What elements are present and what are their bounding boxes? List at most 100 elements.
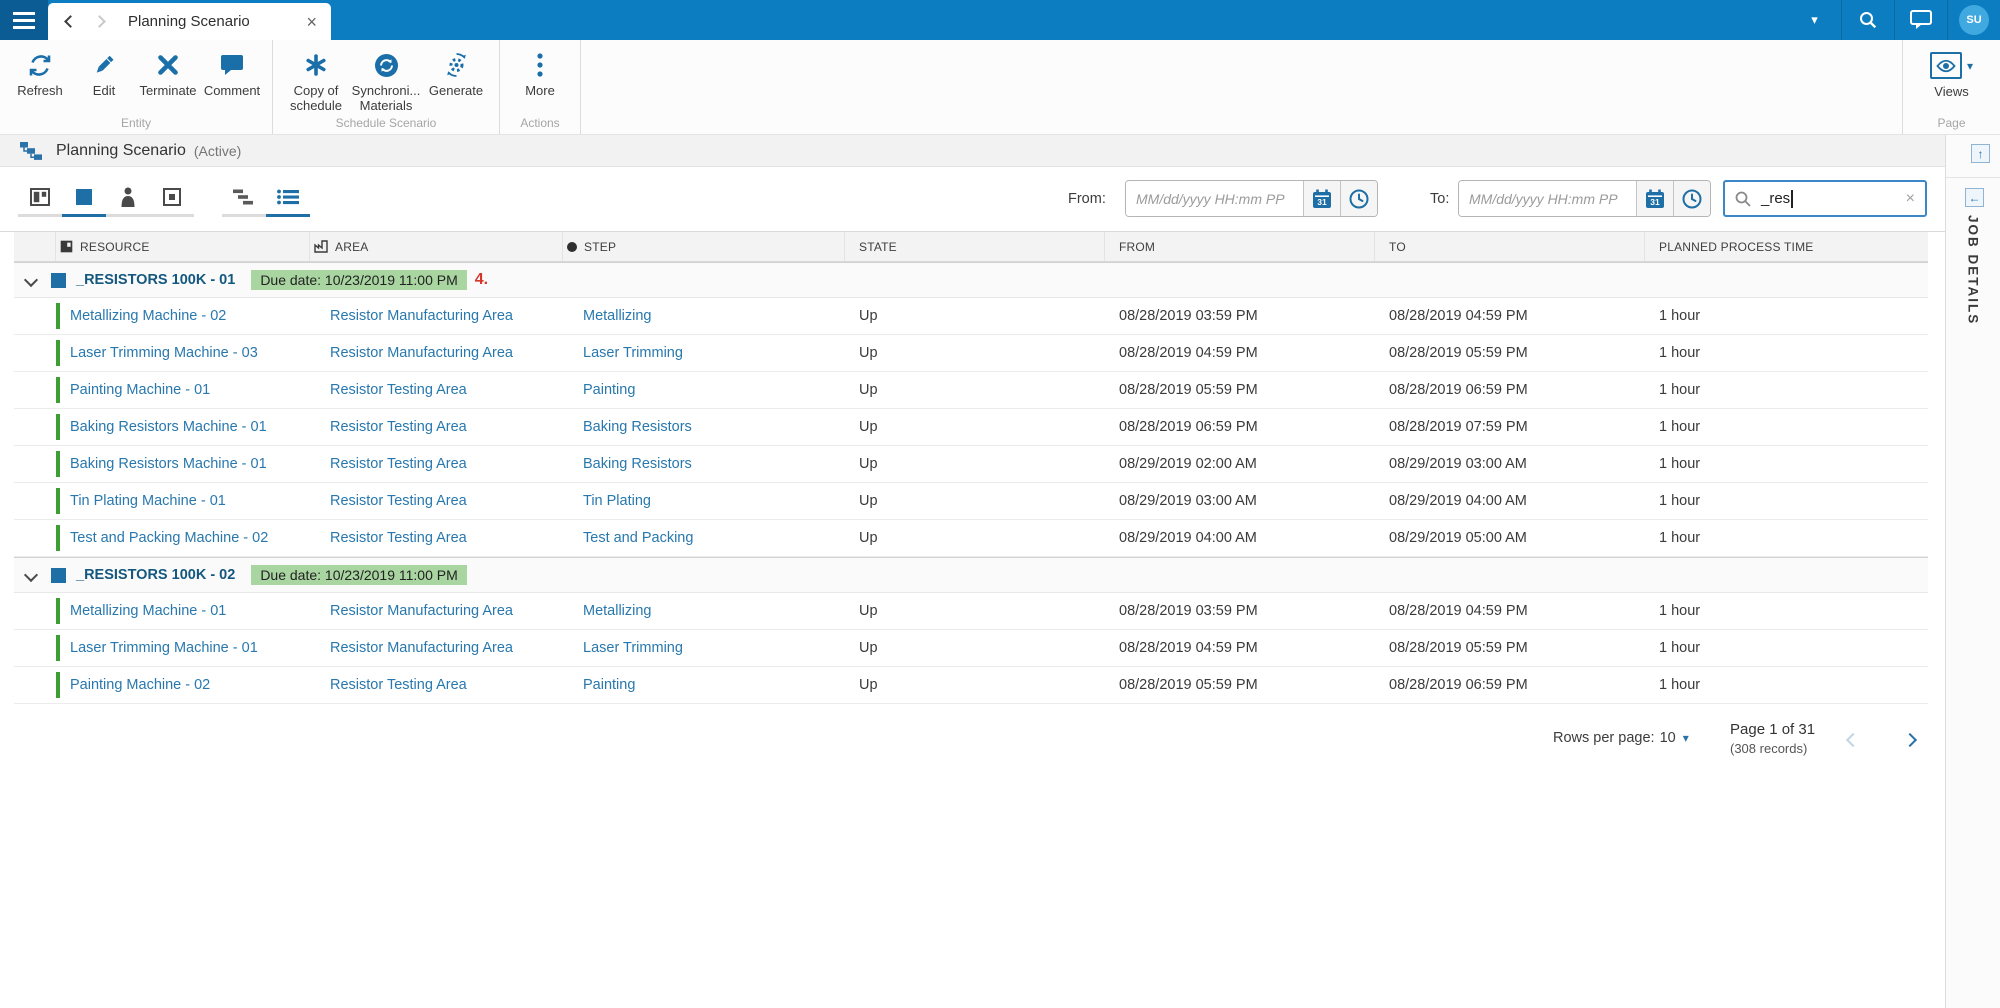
to-time-button[interactable] [1673,181,1710,216]
hamburger-menu-button[interactable] [0,0,48,40]
table-row[interactable]: Test and Packing Machine - 02 Resistor Te… [14,520,1928,557]
step-link[interactable]: Laser Trimming [583,640,683,656]
more-button[interactable]: More [508,46,572,99]
column-header-from[interactable]: FROM [1105,232,1375,261]
area-link[interactable]: Resistor Testing Area [330,419,467,435]
generate-button[interactable]: Generate [421,46,491,99]
resource-cell: Baking Resistors Machine - 01 [56,446,310,482]
column-header-planned-process-time[interactable]: PLANNED PROCESS TIME [1645,232,1928,261]
column-header-to[interactable]: TO [1375,232,1645,261]
group-row[interactable]: _RESISTORS 100K - 01Due date: 10/23/2019… [14,262,1928,298]
annotation-number: 4. [475,271,488,289]
step-link[interactable]: Painting [583,382,635,398]
step-link[interactable]: Baking Resistors [583,456,692,472]
area-link[interactable]: Resistor Manufacturing Area [330,345,513,361]
resource-link[interactable]: Metallizing Machine - 01 [70,603,226,619]
group-row[interactable]: _RESISTORS 100K - 02Due date: 10/23/2019… [14,557,1928,593]
next-page-button[interactable] [1905,732,1915,750]
view-tab-nested[interactable] [150,180,194,217]
to-datetime-input[interactable] [1459,181,1636,216]
view-tab-board[interactable] [18,180,62,217]
clear-search-icon[interactable]: × [1906,190,1915,208]
from-label: From: [1068,191,1106,207]
view-tab-operators[interactable] [106,180,150,217]
resource-link[interactable]: Tin Plating Machine - 01 [70,493,226,509]
resource-link[interactable]: Painting Machine - 02 [70,677,210,693]
table-row[interactable]: Painting Machine - 01 Resistor Testing Ar… [14,372,1928,409]
previous-page-button[interactable] [1848,732,1858,750]
column-header-state[interactable]: STATE [845,232,1105,261]
header-dropdown-button[interactable]: ▾ [1788,0,1841,40]
area-link[interactable]: Resistor Testing Area [330,382,467,398]
collapse-group-icon[interactable] [24,568,38,582]
table-row[interactable]: Laser Trimming Machine - 01 Resistor Manu… [14,630,1928,667]
search-input[interactable]: _res × [1723,180,1927,217]
resource-link[interactable]: Test and Packing Machine - 02 [70,530,268,546]
state-indicator-bar [56,451,60,477]
column-header-resource[interactable]: RESOURCE [56,232,310,261]
table-row[interactable]: Painting Machine - 02 Resistor Testing Ar… [14,667,1928,704]
view-tab-list[interactable] [266,180,310,217]
copy-of-schedule-button[interactable]: Copy of schedule [281,46,351,114]
rows-per-page-control[interactable]: Rows per page: 10 ▾ [1553,730,1689,746]
group-item-icon [51,568,66,583]
column-header-area[interactable]: AREA [310,232,563,261]
area-link[interactable]: Resistor Testing Area [330,493,467,509]
state-indicator-bar [56,635,60,661]
forward-icon[interactable] [93,15,106,28]
step-link[interactable]: Metallizing [583,308,652,324]
views-button[interactable]: ▾ [1903,52,2000,79]
from-time-button[interactable] [1340,181,1377,216]
terminate-button[interactable]: Terminate [136,46,200,99]
table-row[interactable]: Baking Resistors Machine - 01 Resistor Te… [14,409,1928,446]
resource-link[interactable]: Painting Machine - 01 [70,382,210,398]
collapse-group-icon[interactable] [24,273,38,287]
header-chat-button[interactable] [1894,0,1947,40]
edit-button[interactable]: Edit [72,46,136,99]
table-row[interactable]: Laser Trimming Machine - 03 Resistor Manu… [14,335,1928,372]
resource-link[interactable]: Baking Resistors Machine - 01 [70,419,267,435]
step-link[interactable]: Tin Plating [583,493,651,509]
area-link[interactable]: Resistor Manufacturing Area [330,603,513,619]
back-icon[interactable] [64,15,77,28]
to-calendar-button[interactable]: 31 [1636,181,1673,216]
table-row[interactable]: Tin Plating Machine - 01 Resistor Testing… [14,483,1928,520]
area-link[interactable]: Resistor Testing Area [330,530,467,546]
page-status: (Active) [194,143,241,159]
header-search-button[interactable] [1841,0,1894,40]
resource-link[interactable]: Laser Trimming Machine - 01 [70,640,258,656]
view-tabs-gap [194,180,222,217]
step-link[interactable]: Metallizing [583,603,652,619]
resource-link[interactable]: Laser Trimming Machine - 03 [70,345,258,361]
step-link[interactable]: Baking Resistors [583,419,692,435]
resource-link[interactable]: Baking Resistors Machine - 01 [70,456,267,472]
column-header-step[interactable]: STEP [563,232,845,261]
edit-pencil-icon [92,49,116,81]
view-tab-gantt[interactable] [222,180,266,217]
step-link[interactable]: Test and Packing [583,530,693,546]
collapse-header-button[interactable]: ↑ [1971,144,1990,163]
close-tab-icon[interactable]: × [306,13,317,31]
view-tab-resources[interactable] [62,180,106,217]
from-calendar-button[interactable]: 31 [1303,181,1340,216]
area-link[interactable]: Resistor Testing Area [330,456,467,472]
area-link[interactable]: Resistor Manufacturing Area [330,308,513,324]
step-link[interactable]: Laser Trimming [583,345,683,361]
from-datetime-input[interactable] [1126,181,1303,216]
area-link[interactable]: Resistor Manufacturing Area [330,640,513,656]
table-row[interactable]: Metallizing Machine - 02 Resistor Manufac… [14,298,1928,335]
step-link-cell: Baking Resistors [563,409,845,445]
resource-link[interactable]: Metallizing Machine - 02 [70,308,226,324]
page-number-text: Page 1 of 31 [1730,721,1815,738]
table-row[interactable]: Baking Resistors Machine - 01 Resistor Te… [14,446,1928,483]
comment-button[interactable]: Comment [200,46,264,99]
user-menu-button[interactable]: SU [1947,0,2000,40]
area-link[interactable]: Resistor Testing Area [330,677,467,693]
step-link[interactable]: Painting [583,677,635,693]
synchronize-materials-button[interactable]: Synchroni... Materials [351,46,421,114]
job-details-panel-title[interactable]: JOB DETAILS [1966,215,1981,325]
tab-planning-scenario[interactable]: Planning Scenario × [48,3,331,40]
table-row[interactable]: Metallizing Machine - 01 Resistor Manufac… [14,593,1928,630]
expand-panel-button[interactable]: ← [1965,188,1984,207]
refresh-button[interactable]: Refresh [8,46,72,99]
